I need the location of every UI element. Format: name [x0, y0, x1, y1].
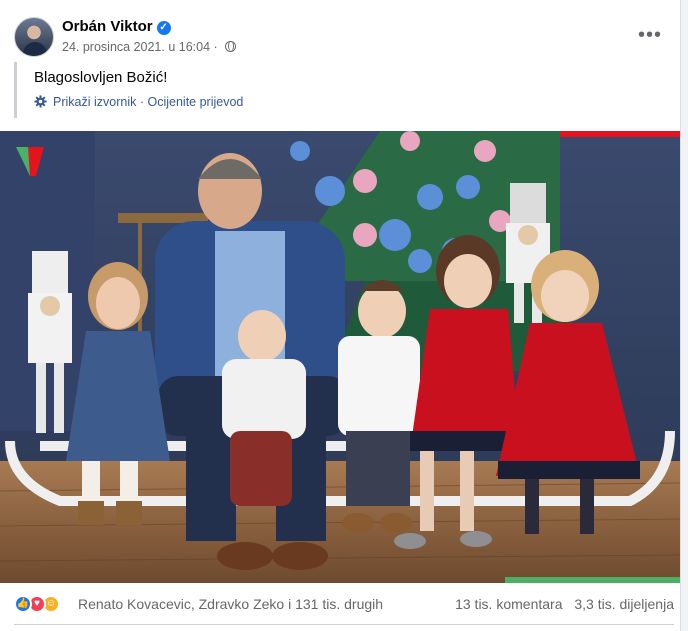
author-avatar[interactable] [14, 17, 54, 57]
author-name[interactable]: Orbán Viktor ✓ [62, 18, 171, 35]
post-text: Blagoslovljen Božić! [34, 69, 168, 86]
globe-icon[interactable] [225, 41, 237, 52]
translation-separator: · [139, 95, 145, 109]
reaction-icons[interactable]: 👍 ♥ ☺ [14, 595, 74, 613]
more-options-button[interactable]: ••• [632, 20, 668, 56]
engagement-counts: 13 tis. komentara 3,3 tis. dijeljenja [447, 596, 674, 612]
post-card: Orbán Viktor ✓ 24. prosinca 2021. u 16:04… [0, 0, 681, 631]
reaction-names[interactable]: Renato Kovacevic, Zdravko Zeko i 131 tis… [78, 596, 383, 612]
comments-count[interactable]: 13 tis. komentara [455, 596, 562, 612]
author-name-text[interactable]: Orbán Viktor [62, 18, 153, 35]
translation-links: Prikaži izvornik · Ocijenite prijevod [34, 95, 243, 109]
post-header: Orbán Viktor ✓ 24. prosinca 2021. u 16:04… [14, 16, 674, 60]
christmas-family-photo [0, 131, 680, 583]
gear-icon [34, 95, 47, 108]
shares-count[interactable]: 3,3 tis. dijeljenja [574, 596, 674, 612]
reactions-bar: 👍 ♥ ☺ Renato Kovacevic, Zdravko Zeko i 1… [14, 595, 674, 615]
like-icon: 👍 [14, 595, 32, 613]
divider [14, 624, 674, 625]
verified-badge-icon: ✓ [156, 21, 171, 35]
post-photo[interactable] [0, 131, 680, 583]
see-original-link[interactable]: Prikaži izvornik [53, 95, 136, 109]
post-meta: 24. prosinca 2021. u 16:04 · [62, 40, 237, 54]
post-timestamp[interactable]: 24. prosinca 2021. u 16:04 [62, 40, 210, 54]
rate-translation-link[interactable]: Ocijenite prijevod [148, 95, 244, 109]
translation-quote-bar [14, 62, 17, 118]
meta-separator: · [213, 40, 218, 54]
